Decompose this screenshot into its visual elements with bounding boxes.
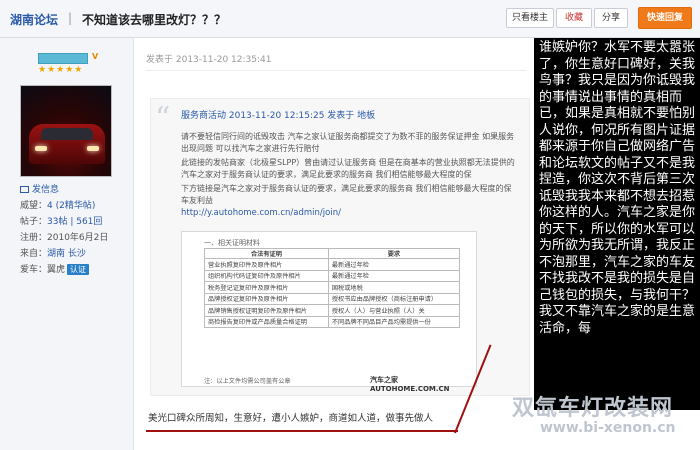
table-cell: 最新通过年检 [327,269,461,282]
top-bar: 湖南论坛 | 不知道该去哪里改灯？？？ 只看楼主 收藏 分享 快速回复 [0,0,700,38]
table-cell: 营业执照复印件及原件相片 [204,258,329,271]
quick-reply-button[interactable]: 快速回复 [638,7,692,29]
user-level-stars: ★★★★★ [38,65,84,75]
divider [146,70,526,71]
certificate-requirements-image: 一、相关证明材料 合法有证明 要求 营业执照复印件及原件相片 最新通过年检 组织机… [181,231,477,393]
table-header: 合法有证明 [204,248,329,259]
table-cell: 税务登记证复印件及原件相片 [204,281,329,294]
send-message-label: 发信息 [32,185,60,195]
quote-line: 车友利益 [181,196,213,205]
watermark-url: www.bi-xenon.cn [540,420,676,436]
quote-line: 出现问题 可以找汽车之家进行先行赔付 [181,144,320,153]
table-row: 营业执照复印件及原件相片 最新通过年检 [204,258,461,271]
site-watermark: 双氙车灯改装网 www.bi-xenon.cn [510,390,700,450]
envelope-icon [20,186,29,193]
avatar[interactable] [20,85,112,177]
stat-registered: 注册：2010年6月2日 [20,233,109,243]
avatar-car-window [41,128,93,140]
quote-header: 服务商活动 2013-11-20 12:15:25 发表于 地板 [181,111,376,121]
cert-footer: 注：以上文件均需公司盖有公章 [204,378,291,385]
stat-posts: 帖子：33帖 | 561回 [20,217,103,227]
table-row: 税务登记证复印件及原件相片 国税或地税 [204,281,461,294]
table-cell: 授权人（人）与营业执照（人）关 [327,304,461,317]
send-message-link[interactable]: 发信息 [20,182,59,195]
stat-location: 来自：湖南 长沙 [20,249,86,259]
table-cell: 授权书应由品牌授权（商标注册申请） [327,292,461,305]
table-header: 要求 [327,248,461,259]
table-header-row: 合法有证明 要求 [204,248,461,259]
table-row: 商检报告复印件或产品质量合格证明 不同品牌不同品目产品均需提供一份 [204,315,461,328]
avatar-right-headlight [87,146,99,151]
table-cell: 商检报告复印件或产品质量合格证明 [204,315,329,328]
annotation-overlay: 谁嫉妒你？水军不要太嚣张了，你生意好口碑好，关我鸟事？我只是因为你诋毁我的事情说… [534,38,700,410]
post-body-text: 美光口碑众所周知，生意好，遭小人嫉妒，商道如人道，做事先做人 [148,413,434,424]
author-only-button[interactable]: 只看楼主 [506,8,554,28]
quote-line: 汽车之家对于服务商认证的要求，满足此要求的服务商 我们相信能够最大程度的保 [181,170,472,179]
red-underline-annotation [146,430,458,432]
username-redacted[interactable] [38,53,88,64]
table-cell: 不同品牌不同品目产品均需提供一份 [327,315,461,328]
avatar-left-headlight [35,146,47,151]
table-row: 组织机构代码证复印件及原件相片 最新通过年检 [204,269,461,282]
watermark-title: 双氙车灯改装网 [512,396,674,421]
quote-line: 请不要轻信同行间的诋毁攻击 汽车之家认证服务商都提交了为数不菲的服务保证押金 如… [181,132,515,141]
vip-badge: V [92,52,99,61]
autohome-watermark: 汽车之家 AUTOHOME.COM.CN [370,376,450,393]
title-separator: | [68,11,73,25]
quote-mark-icon: “ [155,101,171,136]
favorite-button[interactable]: 收藏 [556,8,592,28]
table-cell: 品牌销售授权证明复印件及原件相片 [204,304,329,317]
table-cell: 最新通过年检 [327,258,461,271]
share-button[interactable]: 分享 [594,8,628,28]
table-cell: 品牌授权证复印件及原件相片 [204,292,329,305]
quote-line: 下方链接是汽车之家对于服务商认证的要求，满足此要求的服务商 我们相信能够最大程度… [181,184,512,193]
certified-badge: 认证 [67,264,90,275]
thread-title: 不知道该去哪里改灯？？？ [82,13,227,27]
forum-name-link[interactable]: 湖南论坛 [10,11,58,28]
user-sidebar: V ★★★★★ 发信息 威望：4 (2精华帖) 帖子：33帖 | 561回 注册… [0,38,134,450]
cert-title: 一、相关证明材料 [204,239,260,247]
post-timestamp: 发表于 2013-11-20 12:35:41 [146,55,272,65]
table-row: 品牌授权证复印件及原件相片 授权书应由品牌授权（商标注册申请） [204,292,461,305]
cert-table: 合法有证明 要求 营业执照复印件及原件相片 最新通过年检 组织机构代码证复印件及原… [204,248,461,328]
stat-reputation: 威望：4 (2精华帖) [20,201,96,211]
autohome-join-link[interactable]: http://y.autohome.com.cn/admin/join/ [181,208,341,218]
quote-line: 此链接的发帖商家（北极星SLPP）曾由请过认证服务商 但是在商基本的营业执照都无… [181,158,515,167]
annotation-text: 谁嫉妒你？水军不要太嚣张了，你生意好口碑好，关我鸟事？我只是因为你诋毁我的事情说… [539,40,696,336]
table-cell: 国税或地税 [327,281,461,294]
stat-car: 爱车：翼虎 认证 [20,262,90,275]
quoted-reply: “ 服务商活动 2013-11-20 12:15:25 发表于 地板 请不要轻信… [150,98,530,396]
table-row: 品牌销售授权证明复印件及原件相片 授权人（人）与营业执照（人）关 [204,304,461,317]
table-cell: 组织机构代码证复印件及原件相片 [204,269,329,282]
